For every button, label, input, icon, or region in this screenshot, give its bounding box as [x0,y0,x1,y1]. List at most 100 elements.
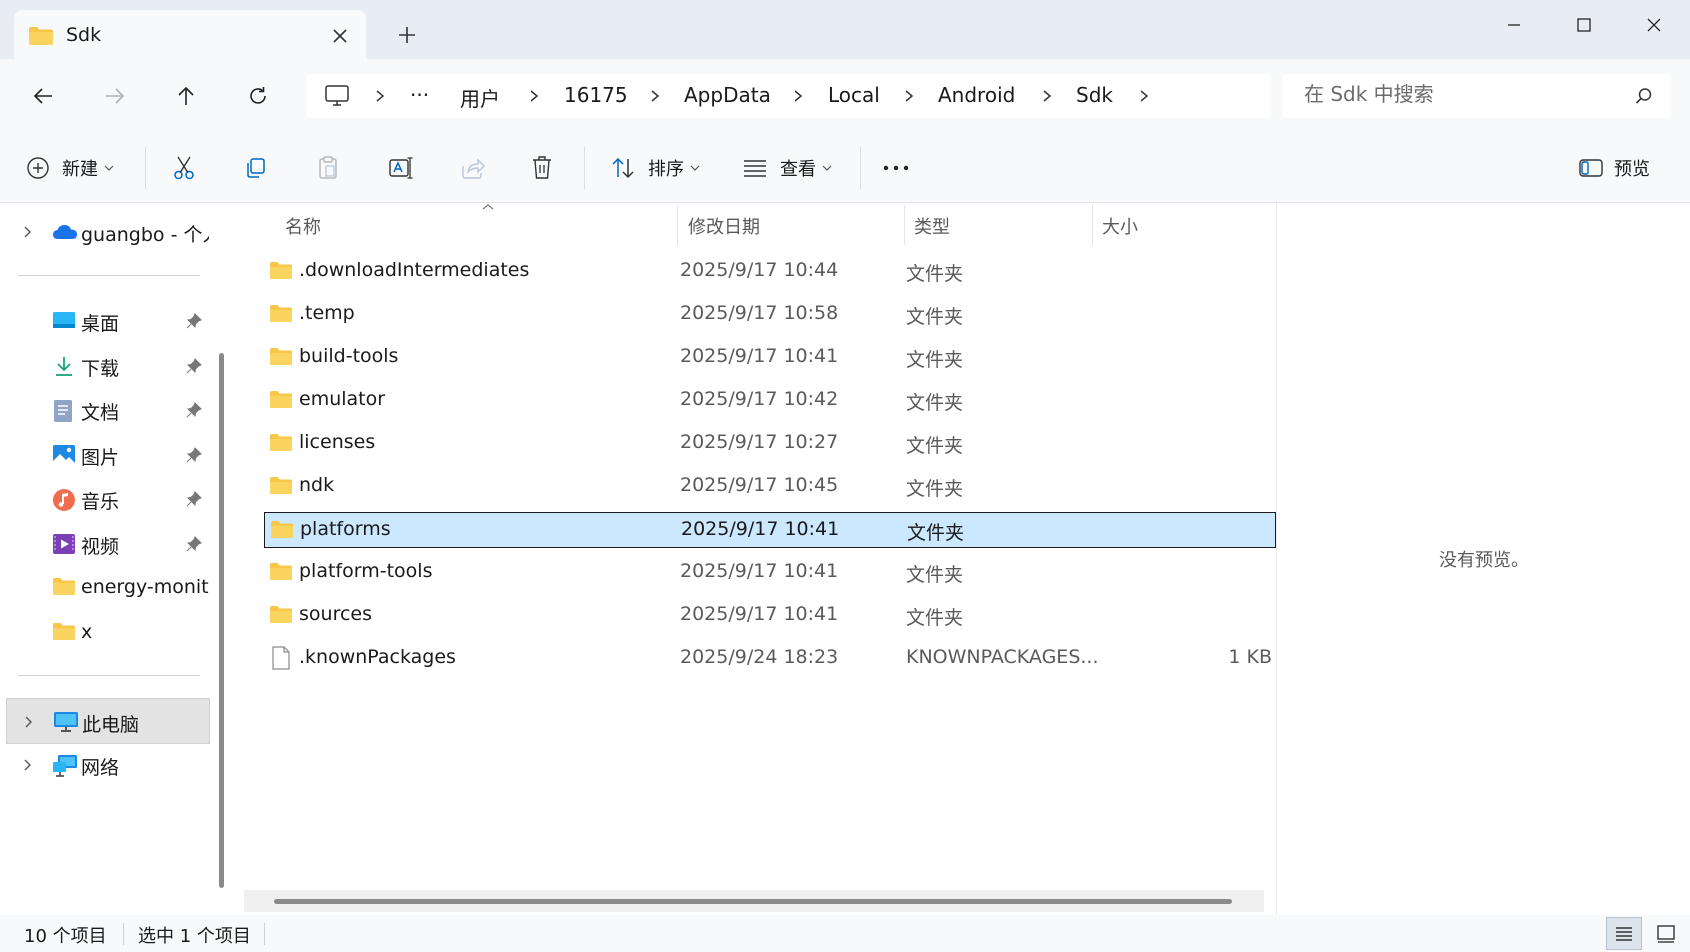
scrollbar-thumb[interactable] [274,899,1232,904]
sidebar-item-label: x [81,621,93,643]
sidebar-item-onedrive[interactable]: guangbo - 个人 [6,209,210,255]
pin-icon[interactable] [186,536,202,552]
network-icon [52,754,78,778]
search-icon[interactable] [1635,87,1653,105]
sidebar-item-x[interactable]: x [6,610,210,656]
minimize-button[interactable] [1490,10,1538,40]
forward-button[interactable] [98,79,132,113]
chevron-right-icon[interactable] [528,89,540,103]
share-icon [460,156,486,180]
maximize-button[interactable] [1560,10,1608,40]
tiles-view-button[interactable] [1648,917,1684,950]
view-button[interactable]: 查看 [742,149,832,187]
file-type: 文件夹 [906,435,964,457]
cut-icon [172,155,196,181]
tab-sdk[interactable]: Sdk [14,10,366,60]
column-header-type[interactable]: 类型 [914,213,950,239]
folder-icon [269,562,293,581]
sort-up-icon [481,203,495,211]
file-date: 2025/9/17 10:41 [680,345,839,367]
sidebar-item-desktop[interactable]: 桌面 [6,298,210,344]
back-button[interactable] [26,79,60,113]
videos-icon [52,533,76,555]
column-header-date[interactable]: 修改日期 [688,213,760,239]
copy-button[interactable] [244,149,268,187]
command-bar: 新建 排序 查看 预览 [0,133,1690,203]
sidebar-item-documents[interactable]: 文档 [6,387,210,433]
sidebar-item-network[interactable]: 网络 [6,742,210,788]
close-tab-icon[interactable] [328,24,352,48]
status-divider [123,923,124,945]
breadcrumb-appdata[interactable]: AppData [684,83,771,107]
close-window-button[interactable] [1630,10,1678,40]
file-row[interactable]: .downloadIntermediates 2025/9/17 10:44 文… [264,254,1276,290]
chevron-right-icon[interactable] [24,715,34,729]
up-button[interactable] [169,79,203,113]
chevron-right-icon[interactable] [1041,89,1053,103]
file-row[interactable]: .temp 2025/9/17 10:58 文件夹 [264,297,1276,333]
sidebar-item-videos[interactable]: 视频 [6,521,210,567]
details-view-button[interactable] [1606,917,1642,950]
sidebar-scrollbar[interactable] [219,353,224,888]
column-divider[interactable] [677,205,678,245]
pin-icon[interactable] [186,402,202,418]
breadcrumb-16175[interactable]: 16175 [564,83,628,107]
chevron-right-icon[interactable] [792,89,804,103]
chevron-right-icon[interactable] [374,89,386,103]
cut-button[interactable] [172,149,196,187]
file-row-selected[interactable]: platforms 2025/9/17 10:41 文件夹 [264,512,1276,548]
computer-icon[interactable] [324,84,350,108]
paste-button[interactable] [316,149,340,187]
chevron-right-icon[interactable] [1138,89,1150,103]
title-bar: Sdk [0,0,1690,60]
tiles-view-icon [1656,924,1676,943]
breadcrumb-sdk[interactable]: Sdk [1076,83,1113,107]
breadcrumb-local[interactable]: Local [828,83,880,107]
column-divider[interactable] [904,205,905,245]
chevron-right-icon[interactable] [903,89,915,103]
chevron-right-icon[interactable] [649,89,661,103]
sidebar-item-downloads[interactable]: 下载 [6,343,210,389]
sidebar-item-label: guangbo - 个人 [81,224,209,246]
preview-pane-button[interactable]: 预览 [1578,149,1650,187]
chevron-right-icon[interactable] [23,225,33,239]
new-button[interactable]: 新建 [26,149,114,187]
sidebar-item-pictures[interactable]: 图片 [6,432,210,478]
refresh-button[interactable] [241,79,275,113]
sort-button[interactable]: 排序 [610,149,700,187]
rename-button[interactable] [388,149,414,187]
pin-icon[interactable] [186,313,202,329]
column-header-name[interactable]: 名称 [285,213,321,239]
chevron-right-icon[interactable] [23,758,33,772]
file-row[interactable]: build-tools 2025/9/17 10:41 文件夹 [264,340,1276,376]
address-bar[interactable]: ··· 用户 16175 AppData Local Android Sdk [306,74,1271,118]
file-type: KNOWNPACKAGES... [906,646,1099,668]
delete-button[interactable] [530,149,554,187]
file-row[interactable]: licenses 2025/9/17 10:27 文件夹 [264,426,1276,462]
breadcrumb-more[interactable]: ··· [410,83,429,107]
column-header-size[interactable]: 大小 [1102,213,1138,239]
sidebar-item-music[interactable]: 音乐 [6,476,210,522]
file-row[interactable]: ndk 2025/9/17 10:45 文件夹 [264,469,1276,505]
file-row[interactable]: .knownPackages 2025/9/24 18:23 KNOWNPACK… [264,641,1276,677]
column-divider[interactable] [1092,205,1093,245]
file-row[interactable]: sources 2025/9/17 10:41 文件夹 [264,598,1276,634]
sidebar-item-energy-monitor[interactable]: energy-monitor [6,565,210,611]
file-row[interactable]: emulator 2025/9/17 10:42 文件夹 [264,383,1276,419]
pin-icon[interactable] [186,358,202,374]
horizontal-scrollbar[interactable] [244,890,1264,912]
more-options-button[interactable] [882,149,910,187]
search-box[interactable] [1282,74,1671,118]
trash-icon [530,155,554,181]
main-area: guangbo - 个人 桌面 下载 文档 图片 音乐 视频 energy-mo… [0,203,1690,915]
breadcrumb-android[interactable]: Android [938,83,1015,107]
pin-icon[interactable] [186,447,202,463]
share-button[interactable] [460,149,486,187]
pin-icon[interactable] [186,491,202,507]
sidebar-item-this-pc[interactable]: 此电脑 [6,698,210,744]
file-row[interactable]: platform-tools 2025/9/17 10:41 文件夹 [264,555,1276,591]
search-input[interactable] [1304,82,1624,106]
folder-icon [269,347,293,366]
new-tab-button[interactable] [394,22,420,48]
breadcrumb-users[interactable]: 用户 [460,83,500,112]
